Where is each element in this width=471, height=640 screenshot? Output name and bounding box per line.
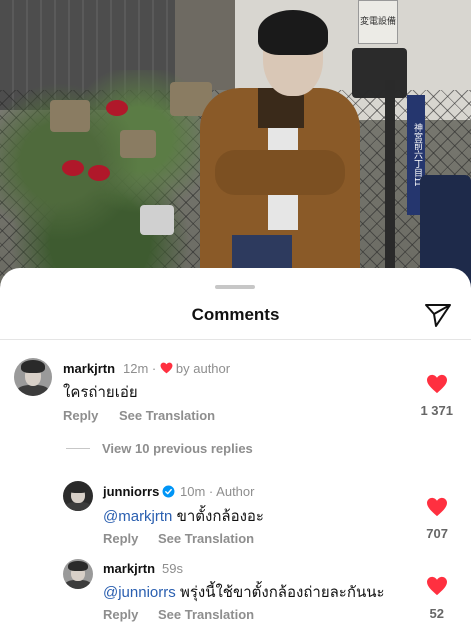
red-flower (106, 100, 128, 116)
heart-icon (160, 362, 173, 374)
avatar-hair (20, 360, 46, 374)
send-icon[interactable] (424, 302, 452, 328)
person-arms (215, 150, 345, 195)
comment-body: ขาตั้งกล้องอะ (176, 508, 264, 525)
avatar[interactable] (14, 358, 52, 396)
replies-line (66, 448, 90, 449)
heart-icon[interactable] (426, 497, 448, 517)
comment-username[interactable]: markjrtn (103, 561, 155, 576)
see-translation-button[interactable]: See Translation (158, 607, 254, 622)
comment-meta: 12m · by author (123, 361, 230, 376)
avatar-hair (68, 482, 88, 493)
comment-username[interactable]: markjrtn (63, 361, 115, 376)
red-flower (62, 160, 84, 176)
like-count: 1 371 (420, 403, 453, 418)
person-hair (258, 10, 328, 55)
mention-link[interactable]: @markjrtn (103, 508, 172, 525)
flower-pot (50, 100, 90, 132)
by-author-label: by author (175, 361, 231, 376)
see-translation-button[interactable]: See Translation (119, 408, 215, 423)
avatar[interactable] (63, 559, 93, 589)
separator-dot: · (208, 484, 214, 499)
comment-time: 12m (123, 361, 149, 376)
reply-button[interactable]: Reply (63, 408, 98, 423)
substation-sign: 変電設備 (358, 0, 398, 44)
sheet-title: Comments (191, 305, 280, 324)
drag-handle[interactable] (215, 285, 255, 289)
comments-sheet: Comments markjrtn 12m · by author ใครถ่า… (0, 268, 471, 640)
header-divider (0, 339, 471, 340)
comment-body: พรุ่งนี้ใช้ขาตั้งกล้องถ่ายละกันนะ (179, 584, 385, 601)
comment-username: junniorrs (103, 484, 175, 499)
avatar-body (65, 502, 91, 511)
avatar-body (17, 384, 49, 396)
avatar-body (65, 580, 91, 589)
reply-button[interactable]: Reply (103, 607, 138, 622)
see-translation-button[interactable]: See Translation (158, 531, 254, 546)
fence-post (385, 80, 395, 300)
avatar-hair (68, 560, 88, 571)
heart-icon[interactable] (426, 374, 448, 394)
separator-dot: · (151, 361, 157, 376)
comment-text: ใครถ่ายเอ่ย (63, 384, 138, 401)
heart-icon[interactable] (426, 576, 448, 596)
flower-pot (140, 205, 174, 235)
flower-pot (120, 130, 156, 158)
like-count: 52 (429, 606, 444, 621)
mention-link[interactable]: @junniorrs (103, 584, 176, 601)
red-flower (88, 165, 110, 181)
reply-username[interactable]: junniorrs (103, 484, 159, 499)
author-label: Author (216, 484, 255, 499)
comment-time: 10m (180, 484, 206, 499)
post-photo: 変電設備 神宮前六丁目11 (0, 0, 471, 300)
like-count: 707 (426, 526, 448, 541)
comment-text: @junniorrs พรุ่งนี้ใช้ขาตั้งกล้องถ่ายละก… (103, 580, 385, 604)
comment-time: 59s (162, 561, 183, 576)
view-previous-replies-button[interactable]: View 10 previous replies (102, 441, 253, 456)
comment-meta: 10m · Author (180, 484, 254, 499)
avatar[interactable] (63, 481, 93, 511)
reply-button[interactable]: Reply (103, 531, 138, 546)
verified-icon (162, 485, 175, 498)
comment-text: @markjrtn ขาตั้งกล้องอะ (103, 504, 264, 528)
